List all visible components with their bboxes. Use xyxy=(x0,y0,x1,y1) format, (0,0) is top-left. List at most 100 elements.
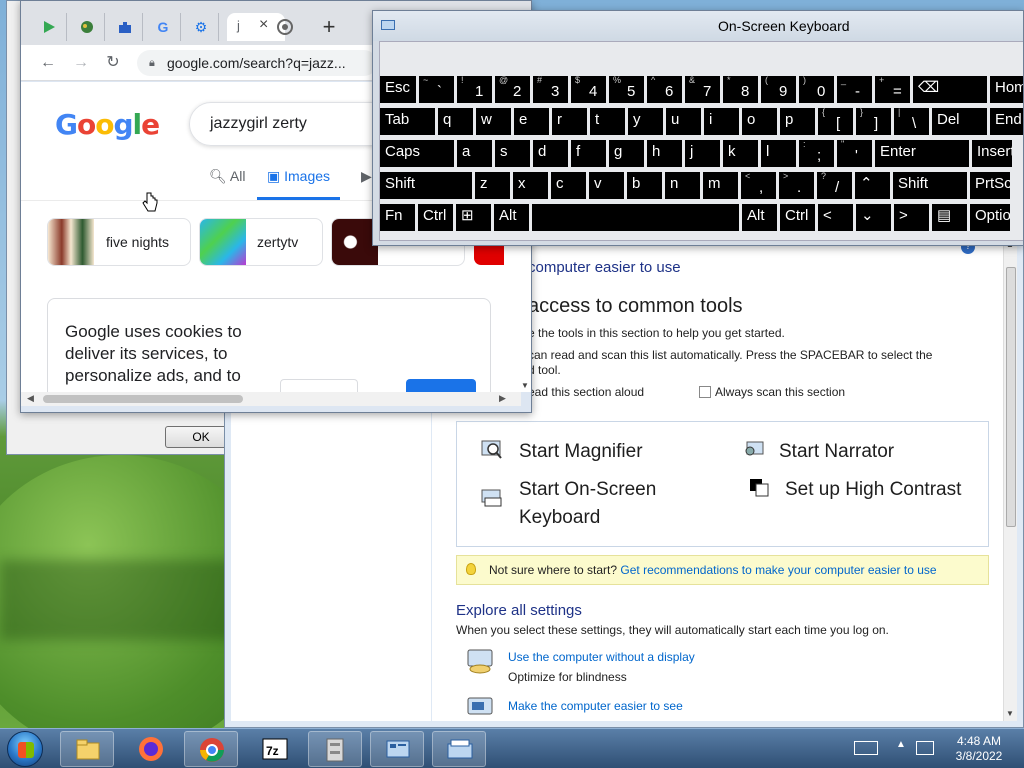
key-r[interactable]: r xyxy=(552,108,587,135)
key-esc[interactable]: Esc xyxy=(380,76,416,103)
key-fn[interactable]: Fn xyxy=(380,204,415,231)
key--4-8[interactable]: ⌄ xyxy=(856,204,891,231)
new-tab-button[interactable]: + xyxy=(317,16,341,40)
tab-settings[interactable]: ⚙ xyxy=(181,13,219,41)
key-g[interactable]: g xyxy=(609,140,644,167)
taskbar-chrome[interactable] xyxy=(184,731,238,767)
setting-display-link[interactable]: Use the computer without a display xyxy=(508,650,695,664)
key-y[interactable]: y xyxy=(628,108,663,135)
key-options[interactable]: Options xyxy=(970,204,1010,231)
start-osk-link-line2[interactable]: Keyboard xyxy=(519,504,600,532)
start-narrator-link[interactable]: Start Narrator xyxy=(779,438,894,466)
reload-button[interactable]: ↻ xyxy=(103,53,123,73)
key-shift[interactable]: Shift xyxy=(893,172,967,199)
ease-scroll-thumb[interactable] xyxy=(1006,267,1016,527)
setting-see-link[interactable]: Make the computer easier to see xyxy=(508,699,683,713)
key-end[interactable]: End xyxy=(990,108,1023,135)
h-scroll-thumb[interactable] xyxy=(43,395,243,403)
recommendations-link[interactable]: Get recommendations to make your compute… xyxy=(620,563,936,577)
key--3-10[interactable]: ? / xyxy=(817,172,852,199)
key-8[interactable]: * 8 xyxy=(723,76,758,103)
key-ctrl[interactable]: Ctrl xyxy=(418,204,453,231)
key--0-12[interactable]: _ - xyxy=(837,76,872,103)
key-o[interactable]: o xyxy=(742,108,777,135)
key--3-9[interactable]: >. xyxy=(779,172,814,199)
key-alt[interactable]: Alt xyxy=(742,204,777,231)
key-6[interactable]: ^ 6 xyxy=(647,76,682,103)
key-insert[interactable]: Insert xyxy=(972,140,1012,167)
show-hidden-icons[interactable]: ▲ xyxy=(896,739,906,750)
key-t[interactable]: t xyxy=(590,108,625,135)
always-scan-checkbox[interactable]: Always scan this section xyxy=(699,385,845,399)
key-0[interactable]: ) 0 xyxy=(799,76,834,103)
address-bar[interactable]: 🔒︎ google.com/search?q=jazz... xyxy=(137,50,377,76)
tab-play-store[interactable] xyxy=(29,13,67,41)
key-i[interactable]: i xyxy=(704,108,739,135)
scroll-down-icon[interactable]: ▼ xyxy=(1006,709,1014,718)
key--0-14[interactable]: ⌫ xyxy=(913,76,987,103)
key-u[interactable]: u xyxy=(666,108,701,135)
key-z[interactable]: z xyxy=(475,172,510,199)
read-aloud-checkbox[interactable]: ead this section aloud xyxy=(528,385,644,399)
forward-button[interactable]: → xyxy=(71,53,91,73)
key-del[interactable]: Del xyxy=(932,108,987,135)
key--4-7[interactable]: < xyxy=(818,204,853,231)
network-icon[interactable] xyxy=(916,741,934,755)
scroll-right-icon[interactable]: ▶ xyxy=(499,393,506,404)
key-enter[interactable]: Enter xyxy=(875,140,969,167)
chip-zertytv[interactable]: zertytv xyxy=(199,218,323,266)
taskbar-explorer[interactable] xyxy=(60,731,114,767)
key-v[interactable]: v xyxy=(589,172,624,199)
key-b[interactable]: b xyxy=(627,172,662,199)
osk-title-bar[interactable]: On-Screen Keyboard xyxy=(373,11,1023,41)
key-tab[interactable]: Tab xyxy=(380,108,435,135)
key-d[interactable]: d xyxy=(533,140,568,167)
scroll-left-icon[interactable]: ◀ xyxy=(27,393,34,404)
tab-puzzle[interactable] xyxy=(105,13,143,41)
key--0-1[interactable]: ~ ` xyxy=(419,76,454,103)
start-osk-link-line1[interactable]: Start On-Screen xyxy=(519,476,656,504)
scroll-down-icon[interactable]: ▼ xyxy=(521,381,529,390)
taskbar-osk[interactable] xyxy=(432,731,486,767)
key-3[interactable]: #3 xyxy=(533,76,568,103)
key-prtscn[interactable]: PrtScn xyxy=(970,172,1010,199)
key--4-9[interactable]: > xyxy=(894,204,929,231)
key-e[interactable]: e xyxy=(514,108,549,135)
key--1-11[interactable]: {[ xyxy=(818,108,853,135)
key-7[interactable]: & 7 xyxy=(685,76,720,103)
key-j[interactable]: j xyxy=(685,140,720,167)
key-c[interactable]: c xyxy=(551,172,586,199)
chip-five-nights[interactable]: five nights xyxy=(47,218,191,266)
key-ctrl[interactable]: Ctrl xyxy=(780,204,815,231)
key-caps[interactable]: Caps xyxy=(380,140,454,167)
taskbar-control-panel[interactable] xyxy=(370,731,424,767)
key-4[interactable]: $4 xyxy=(571,76,606,103)
key--3-8[interactable]: <, xyxy=(741,172,776,199)
key--2-10[interactable]: :; xyxy=(799,140,834,167)
key-q[interactable]: q xyxy=(438,108,473,135)
cookie-secondary-button[interactable] xyxy=(280,379,358,392)
tab-google[interactable]: G xyxy=(143,13,181,41)
key-2[interactable]: @2 xyxy=(495,76,530,103)
page-horizontal-scrollbar[interactable]: ◀ ▶ xyxy=(21,392,521,406)
taskbar-file-cabinet[interactable] xyxy=(308,731,362,767)
key-home[interactable]: Home xyxy=(990,76,1023,103)
key-n[interactable]: n xyxy=(665,172,700,199)
cookie-accept-button[interactable] xyxy=(406,379,476,392)
key-9[interactable]: (9 xyxy=(761,76,796,103)
key--0-13[interactable]: + = xyxy=(875,76,910,103)
key-x[interactable]: x xyxy=(513,172,548,199)
start-button[interactable] xyxy=(7,731,43,767)
tray-keyboard-icon[interactable] xyxy=(854,741,878,755)
clock[interactable]: 4:48 AM 3/8/2022 xyxy=(946,734,1012,764)
taskbar-firefox[interactable] xyxy=(124,731,178,767)
google-doodle-logo[interactable]: Google xyxy=(55,108,160,141)
tab-chrome[interactable] xyxy=(265,13,303,41)
key--1-12[interactable]: }] xyxy=(856,108,891,135)
tab-green-app[interactable] xyxy=(67,13,105,41)
key-w[interactable]: w xyxy=(476,108,511,135)
high-contrast-link[interactable]: Set up High Contrast xyxy=(785,476,961,504)
key-5[interactable]: % 5 xyxy=(609,76,644,103)
key-shift[interactable]: Shift xyxy=(380,172,472,199)
taskbar-7zip[interactable]: 7z xyxy=(248,731,302,767)
